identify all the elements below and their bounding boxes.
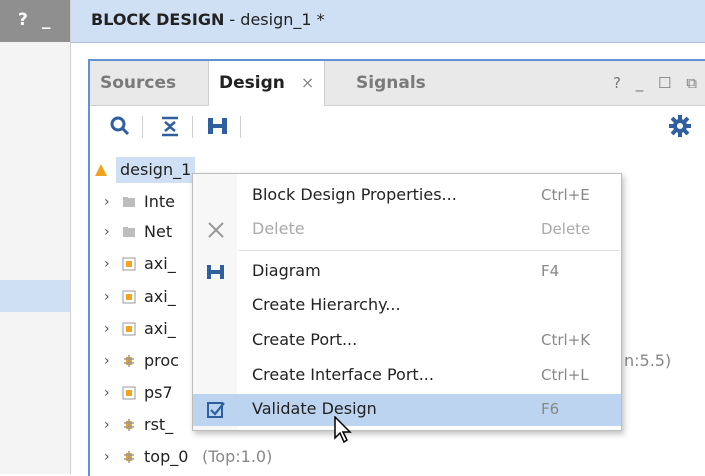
tree-item-label: proc xyxy=(144,351,179,370)
block-design-title-bold: BLOCK DESIGN xyxy=(91,10,225,29)
menu-item-label: Block Design Properties... xyxy=(252,185,457,204)
left-minimize-button[interactable]: _ xyxy=(42,10,51,30)
menu-item-validate-design[interactable]: Validate Design F6 xyxy=(193,394,621,426)
tab-signals-label: Signals xyxy=(356,73,426,93)
menu-item-shortcut: Ctrl+L xyxy=(541,366,589,384)
chevron-right-icon[interactable]: › xyxy=(104,284,110,310)
ip-core-icon xyxy=(124,419,134,431)
tree-item-label: axi_ xyxy=(144,319,176,338)
chevron-right-icon[interactable]: › xyxy=(104,189,110,215)
menu-item-create-hierarchy[interactable]: Create Hierarchy... xyxy=(193,290,621,322)
diagram-icon xyxy=(207,265,224,279)
menu-item-label: Create Hierarchy... xyxy=(252,295,401,314)
chevron-right-icon[interactable]: › xyxy=(104,251,110,277)
ip-block-icon xyxy=(122,322,136,336)
search-icon[interactable] xyxy=(108,114,132,138)
tab-bar: Sources Design × Signals ? _ ☐ ⧉ xyxy=(90,61,705,106)
tree-item-label: axi_ xyxy=(144,254,176,273)
minimize-icon[interactable]: _ xyxy=(636,74,644,92)
menu-item-label: Create Port... xyxy=(252,330,358,349)
window-controls: ? _ ☐ ⧉ xyxy=(603,61,697,105)
tree-root-label: design_1 xyxy=(116,157,196,183)
collapse-all-icon[interactable] xyxy=(158,114,182,138)
folder-icon xyxy=(123,197,135,207)
menu-item-shortcut: Delete xyxy=(541,220,591,238)
left-panel-header: ? _ xyxy=(0,0,70,42)
block-design-header: BLOCK DESIGN - design_1 * xyxy=(71,0,705,43)
left-help-button[interactable]: ? xyxy=(18,10,28,30)
menu-item-label: Delete xyxy=(252,219,305,238)
mouse-cursor-icon xyxy=(334,416,352,444)
tab-sources-label: Sources xyxy=(100,73,177,93)
left-panel-selected-row[interactable] xyxy=(0,280,70,312)
context-menu: Block Design Properties... Ctrl+E Delete… xyxy=(192,173,622,431)
tab-design-close-icon[interactable]: × xyxy=(301,73,314,92)
left-panel: ? _ xyxy=(0,0,71,474)
menu-item-shortcut: F4 xyxy=(541,262,560,280)
help-icon[interactable]: ? xyxy=(613,74,621,92)
ip-block-icon xyxy=(122,257,136,271)
menu-item-label: Validate Design xyxy=(252,399,377,418)
tree-item-label: Net xyxy=(144,222,173,241)
block-design-icon xyxy=(95,164,107,176)
menu-item-create-interface-port[interactable]: Create Interface Port... Ctrl+L xyxy=(193,360,621,392)
ip-core-icon xyxy=(124,451,134,463)
tree-item-label: top_0 xyxy=(144,447,189,466)
menu-item-label: Diagram xyxy=(252,261,321,280)
menu-item-delete: Delete Delete xyxy=(193,214,621,246)
menu-item-shortcut: F6 xyxy=(541,400,560,418)
ip-core-icon xyxy=(124,355,134,367)
tree-item-label: Inte xyxy=(144,192,175,211)
tab-design[interactable]: Design × xyxy=(208,61,326,106)
chevron-right-icon[interactable]: › xyxy=(104,444,110,470)
delete-x-icon xyxy=(208,222,224,238)
ip-block-icon xyxy=(122,386,136,400)
toolbar-separator xyxy=(192,116,193,138)
chevron-right-icon[interactable]: › xyxy=(104,348,110,374)
chevron-right-icon[interactable]: › xyxy=(104,380,110,406)
menu-item-diagram[interactable]: Diagram F4 xyxy=(193,256,621,288)
menu-item-shortcut: Ctrl+E xyxy=(541,186,590,204)
block-design-title: BLOCK DESIGN - design_1 * xyxy=(91,10,325,29)
tab-sources[interactable]: Sources xyxy=(90,61,186,105)
tab-design-label: Design xyxy=(219,73,285,93)
ip-block-icon xyxy=(122,290,136,304)
gear-icon[interactable] xyxy=(668,114,692,138)
menu-item-block-design-properties[interactable]: Block Design Properties... Ctrl+E xyxy=(193,180,621,212)
block-design-title-rest: - design_1 * xyxy=(224,10,325,29)
diagram-icon[interactable] xyxy=(206,114,230,138)
maximize-icon[interactable]: ☐ xyxy=(658,74,671,92)
chevron-right-icon[interactable]: › xyxy=(104,412,110,438)
tree-item-label: rst_ xyxy=(144,415,174,434)
menu-item-create-port[interactable]: Create Port... Ctrl+K xyxy=(193,325,621,357)
tree-item-label: ps7 xyxy=(144,383,173,402)
float-icon[interactable]: ⧉ xyxy=(686,74,697,92)
menu-item-label: Create Interface Port... xyxy=(252,365,434,384)
tree-item-suffix: n:5.5) xyxy=(624,351,672,370)
tree-item-suffix: (Top:1.0) xyxy=(202,447,273,466)
menu-separator xyxy=(239,250,619,251)
validate-checkbox-icon xyxy=(207,402,225,418)
tab-signals[interactable]: Signals xyxy=(346,61,436,105)
design-toolbar xyxy=(90,106,705,146)
toolbar-separator xyxy=(240,116,241,138)
chevron-right-icon[interactable]: › xyxy=(104,219,110,245)
menu-item-shortcut: Ctrl+K xyxy=(541,331,591,349)
tree-item-label: axi_ xyxy=(144,287,176,306)
chevron-right-icon[interactable]: › xyxy=(104,316,110,342)
toolbar-separator xyxy=(142,116,143,138)
folder-icon xyxy=(123,227,135,237)
